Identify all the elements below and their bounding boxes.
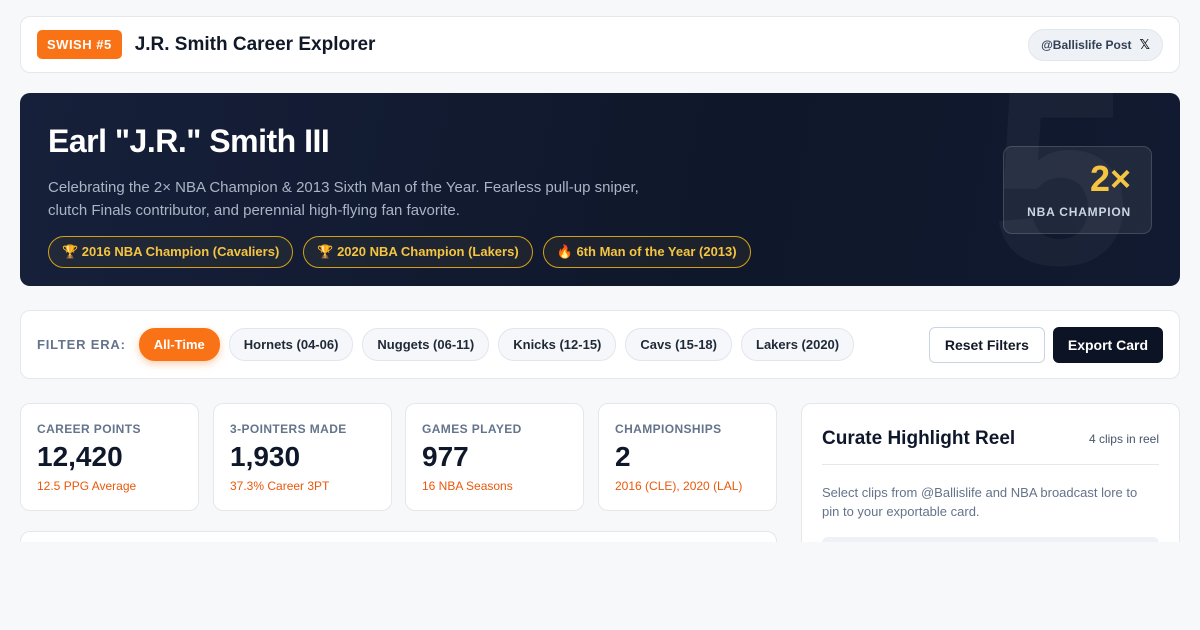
achievement-pill: 🏆 2020 NBA Champion (Lakers): [303, 236, 533, 268]
champion-count: 2×: [1089, 158, 1131, 199]
stat-card-championships: CHAMPIONSHIPS 2 2016 (CLE), 2020 (LAL): [598, 403, 777, 511]
reset-filters-button[interactable]: Reset Filters: [928, 326, 1045, 363]
highlight-reel-header: Curate Highlight Reel 4 clips in reel: [822, 428, 1159, 465]
era-filter-hornets[interactable]: Hornets (04-06): [228, 328, 354, 361]
stat-subtext: 2016 (CLE), 2020 (LAL): [615, 479, 743, 494]
champion-count-box: 2× NBA CHAMPION: [1003, 146, 1152, 234]
clip-count: 4 clips in reel: [1088, 432, 1159, 446]
highlight-reel-description: Select clips from @Ballislife and NBA br…: [822, 485, 1138, 519]
stat-label: CHAMPIONSHIPS: [615, 422, 722, 436]
stat-subtext: 16 NBA Seasons: [422, 479, 513, 494]
highlight-reel-panel: Curate Highlight Reel 4 clips in reel Se…: [801, 403, 1180, 563]
export-card-button[interactable]: Export Card: [1052, 326, 1163, 363]
stat-card-three-pointers: 3-POINTERS MADE 1,930 37.3% Career 3PT: [213, 403, 392, 511]
era-filter-all-time[interactable]: All-Time: [138, 328, 220, 361]
ballislife-post-link[interactable]: @Ballislife Post 𝕏: [1028, 28, 1163, 61]
hero-banner: 5 Earl "J.R." Smith III Celebrating the …: [20, 93, 1180, 286]
stat-value: 977: [422, 441, 469, 472]
stat-card-career-points: CAREER POINTS 12,420 12.5 PPG Average: [20, 403, 199, 511]
page-bottom: [0, 542, 1200, 630]
filter-era-label: FILTER ERA:: [37, 337, 126, 352]
era-filter-cavs[interactable]: Cavs (15-18): [625, 328, 732, 361]
achievement-pill: 🔥 6th Man of the Year (2013): [542, 236, 751, 268]
stat-card-games-played: GAMES PLAYED 977 16 NBA Seasons: [405, 403, 584, 511]
x-logo-icon: 𝕏: [1139, 36, 1150, 52]
era-filter-bar: FILTER ERA: All-Time Hornets (04-06) Nug…: [20, 310, 1180, 379]
stat-value: 12,420: [37, 441, 123, 472]
achievement-pills: 🏆 2016 NBA Champion (Cavaliers) 🏆 2020 N…: [48, 236, 1152, 268]
post-chip-label: @Ballislife Post: [1041, 37, 1132, 52]
player-description: Celebrating the 2× NBA Champion & 2013 S…: [48, 179, 639, 219]
stat-label: GAMES PLAYED: [422, 422, 522, 436]
top-bar: SWISH #5 J.R. Smith Career Explorer @Bal…: [20, 16, 1180, 73]
swish-badge: SWISH #5: [37, 30, 122, 59]
era-filter-knicks[interactable]: Knicks (12-15): [498, 328, 617, 361]
stat-subtext: 37.3% Career 3PT: [230, 479, 330, 494]
stat-label: CAREER POINTS: [37, 422, 141, 436]
stat-value: 1,930: [230, 441, 301, 472]
player-name: Earl "J.R." Smith III: [48, 123, 330, 159]
stat-label: 3-POINTERS MADE: [230, 422, 347, 436]
champion-label: NBA CHAMPION: [1027, 205, 1131, 219]
highlight-reel-title: Curate Highlight Reel: [822, 428, 1016, 449]
app-title: J.R. Smith Career Explorer: [134, 33, 376, 55]
achievement-pill: 🏆 2016 NBA Champion (Cavaliers): [48, 236, 294, 268]
era-filter-lakers[interactable]: Lakers (2020): [741, 328, 855, 361]
stat-subtext: 12.5 PPG Average: [37, 479, 137, 494]
stat-value: 2: [615, 441, 631, 472]
era-filter-nuggets[interactable]: Nuggets (06-11): [362, 328, 490, 361]
